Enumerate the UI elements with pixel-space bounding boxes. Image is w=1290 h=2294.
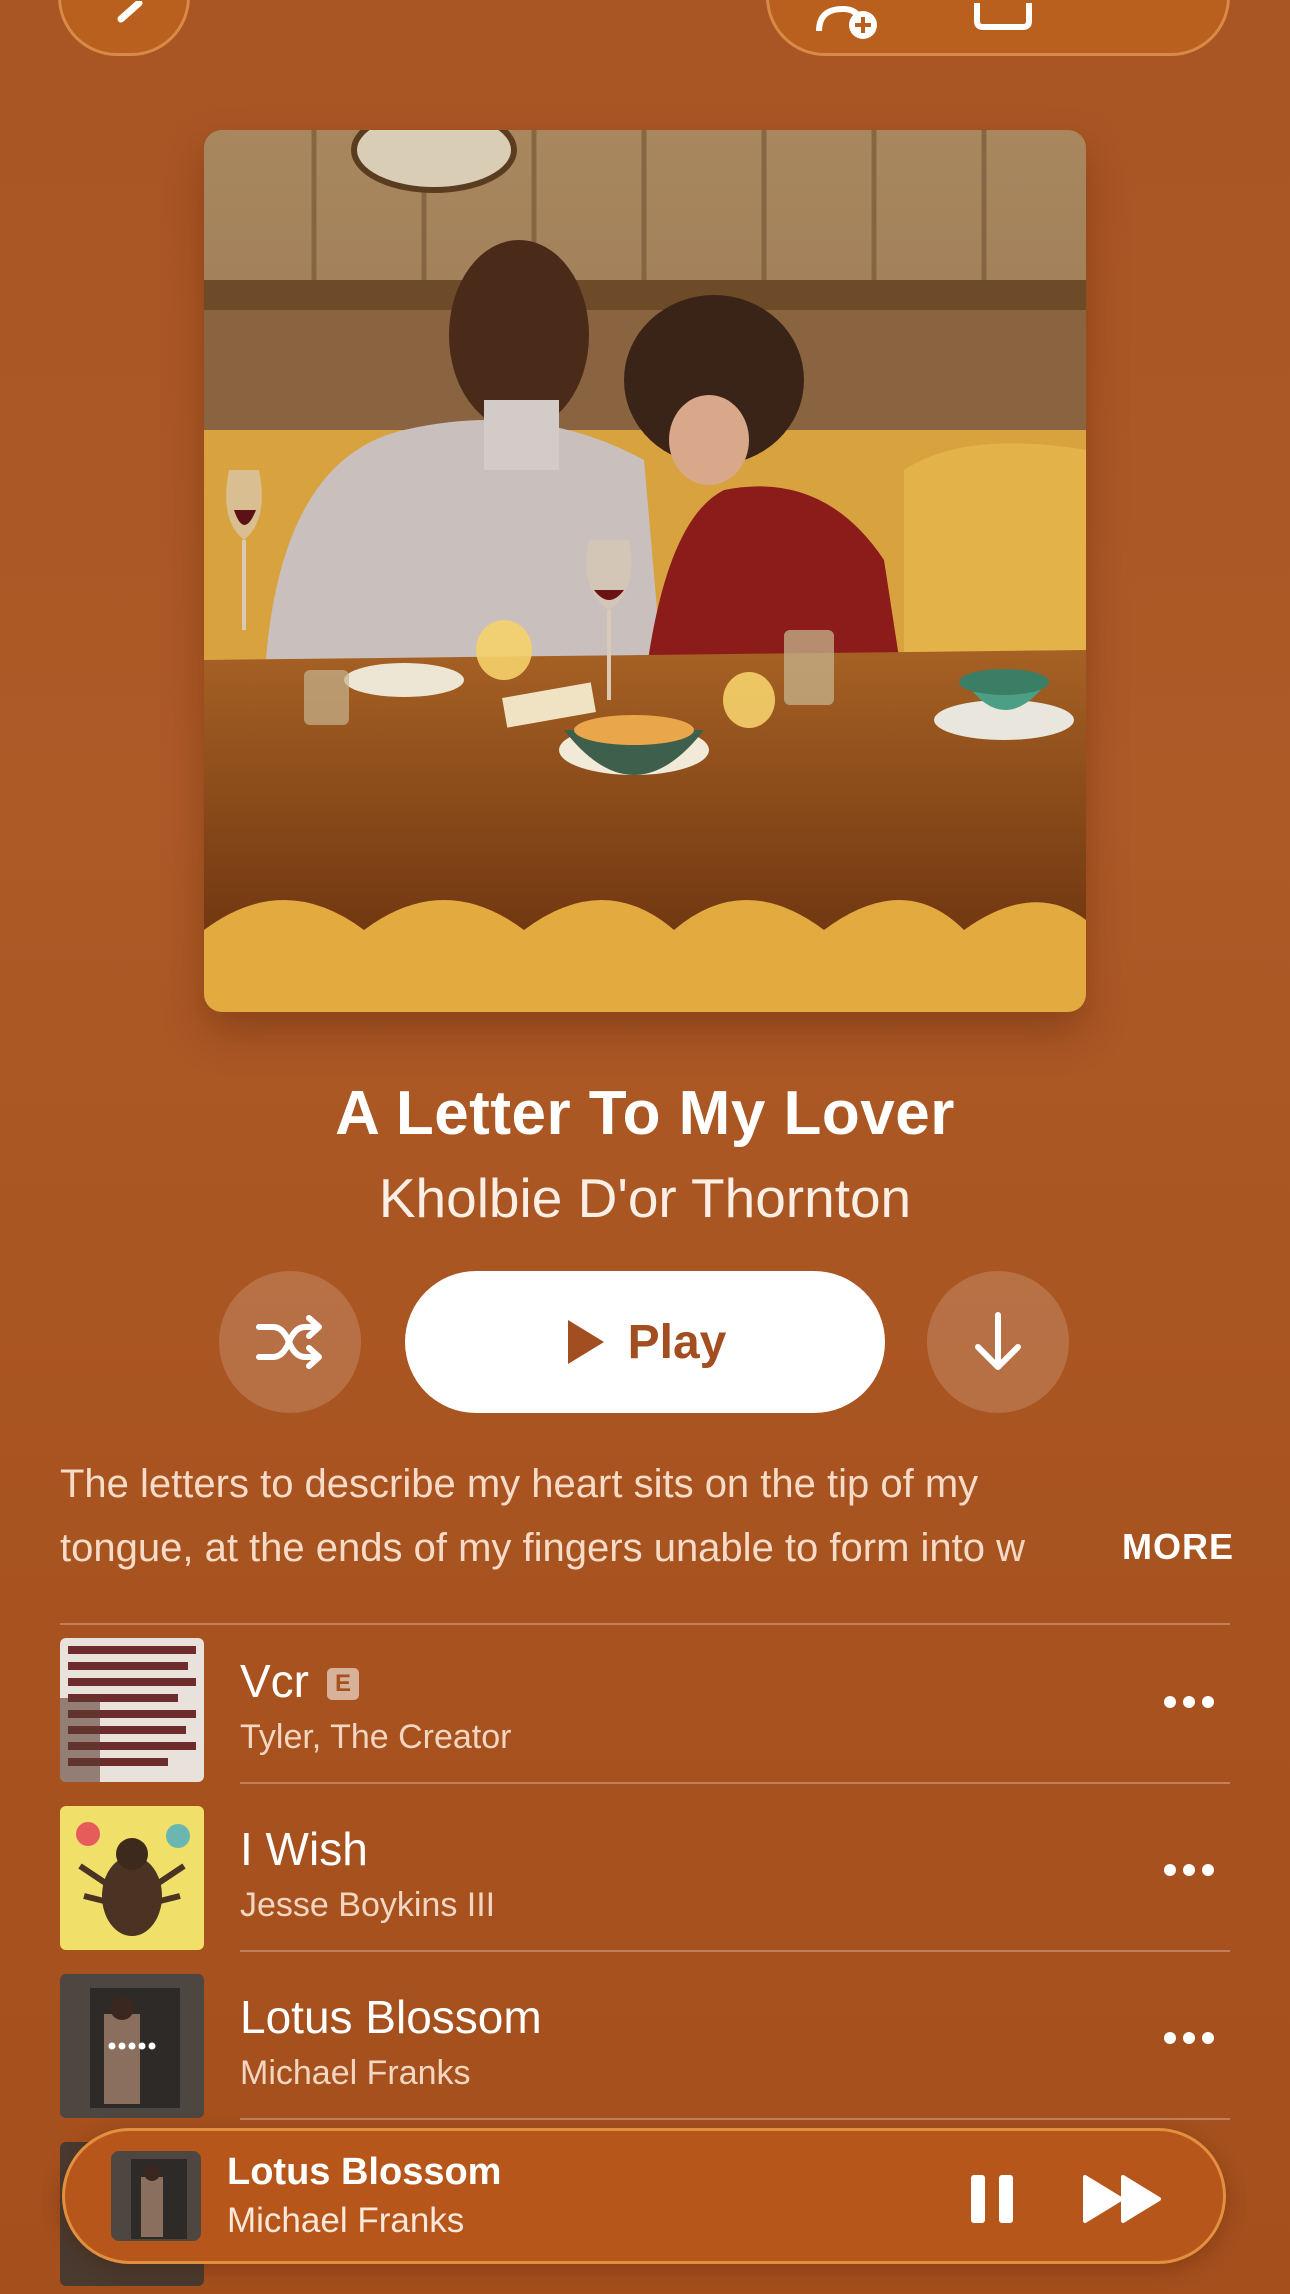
download-button[interactable] — [927, 1271, 1069, 1413]
track-row[interactable]: Lotus Blossom Michael Franks — [60, 1950, 1230, 2120]
download-icon — [975, 1312, 1021, 1370]
track-artwork — [60, 1638, 204, 1782]
more-options-icon[interactable] — [1164, 1696, 1214, 1710]
now-playing-artist: Michael Franks — [227, 2201, 465, 2240]
now-playing-artwork — [111, 2151, 201, 2241]
play-label: Play — [627, 1315, 727, 1369]
track-row[interactable]: Vcr E Tyler, The Creator — [60, 1614, 1230, 1784]
description-line-2: tongue, at the ends of my fingers unable… — [60, 1526, 1025, 1570]
album-artist[interactable]: Kholbie D'or Thornton — [0, 1166, 1290, 1230]
fast-forward-icon[interactable] — [1083, 2173, 1163, 2225]
more-link[interactable]: MORE — [1122, 1526, 1234, 1568]
pause-icon[interactable] — [969, 2173, 1015, 2225]
play-button[interactable]: Play — [405, 1271, 885, 1413]
track-row[interactable]: I Wish Jesse Boykins III — [60, 1782, 1230, 1952]
track-title: I Wish — [240, 1823, 368, 1875]
album-title: A Letter To My Lover — [335, 1079, 955, 1148]
track-artist: Michael Franks — [240, 2054, 471, 2092]
track-artist: Tyler, The Creator — [240, 1718, 512, 1756]
album-artwork — [204, 130, 1086, 1012]
track-artwork — [60, 1974, 204, 2118]
explicit-badge: E — [327, 1668, 359, 1700]
play-icon — [567, 1320, 604, 1364]
person-add-icon[interactable] — [813, 1, 887, 41]
track-title: Lotus Blossom — [240, 1991, 542, 2043]
track-artwork — [60, 1806, 204, 1950]
back-button[interactable] — [58, 0, 190, 56]
mini-player[interactable]: Lotus Blossom Michael Franks — [62, 2128, 1226, 2264]
share-icon[interactable] — [973, 1, 1033, 31]
more-options-icon[interactable] — [1164, 2032, 1214, 2046]
now-playing-title: Lotus Blossom — [227, 2151, 502, 2193]
divider — [240, 2118, 1230, 2120]
album-description[interactable]: The letters to describe my heart sits on… — [60, 1452, 1240, 1580]
chevron-left-icon — [117, 1, 143, 23]
more-options-icon[interactable] — [1164, 1864, 1214, 1878]
shuffle-icon — [256, 1315, 322, 1369]
description-line-1: The letters to describe my heart sits on… — [60, 1462, 979, 1506]
shuffle-button[interactable] — [219, 1271, 361, 1413]
top-actions — [766, 0, 1230, 56]
track-artist: Jesse Boykins III — [240, 1886, 496, 1924]
track-title: Vcr E — [240, 1654, 359, 1708]
